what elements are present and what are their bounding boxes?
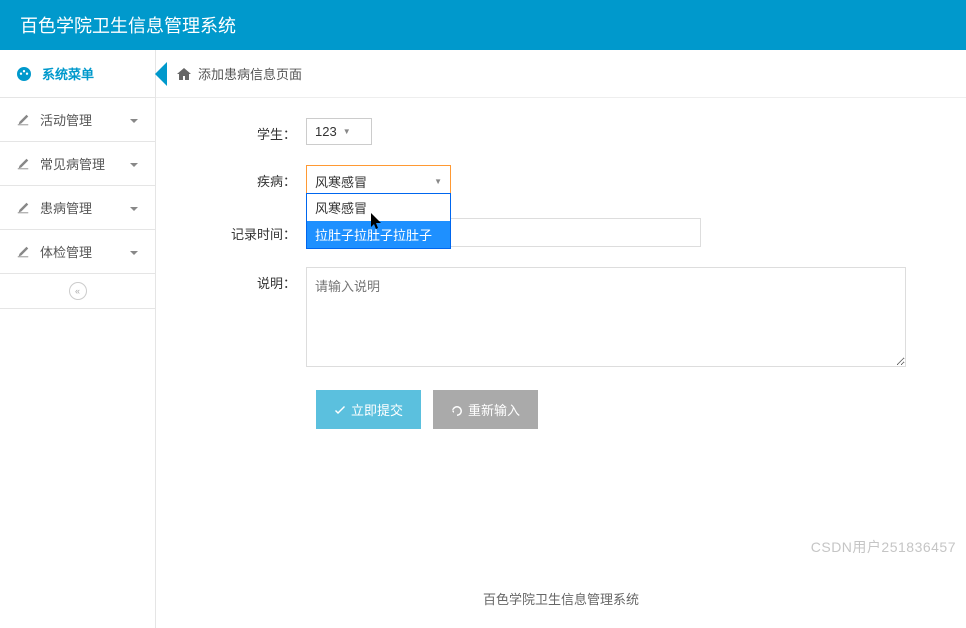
home-icon <box>176 65 192 82</box>
app-header: 百色学院卫生信息管理系统 <box>0 0 966 50</box>
record-time-label: 记录时间： <box>176 218 306 243</box>
sidebar-item-activity[interactable]: 活动管理 <box>0 98 155 142</box>
chevron-down-icon <box>129 112 139 127</box>
disease-option-1[interactable]: 拉肚子拉肚子拉肚子 <box>307 221 450 248</box>
sidebar: 系统菜单 活动管理 常见病管理 <box>0 50 156 628</box>
main-content: 添加患病信息页面 学生： 123 ▼ 疾病： 风寒感冒 <box>156 50 966 628</box>
form-row-disease: 疾病： 风寒感冒 ▼ 风寒感冒 拉肚子拉肚子拉肚子 <box>176 165 906 198</box>
dashboard-icon <box>16 65 32 82</box>
edit-icon <box>16 244 30 260</box>
sidebar-item-label: 体检管理 <box>40 242 92 261</box>
sidebar-collapse-button[interactable]: « <box>0 274 155 309</box>
description-label: 说明： <box>176 267 306 292</box>
check-icon <box>334 402 346 417</box>
student-select-value: 123 <box>315 124 337 139</box>
collapse-icon: « <box>69 282 87 300</box>
sidebar-item-illness[interactable]: 患病管理 <box>0 186 155 230</box>
edit-icon <box>16 112 30 128</box>
submit-button-label: 立即提交 <box>351 400 403 419</box>
edit-icon <box>16 200 30 216</box>
sidebar-item-label: 常见病管理 <box>40 154 105 173</box>
breadcrumb-title: 添加患病信息页面 <box>198 64 302 83</box>
app-title: 百色学院卫生信息管理系统 <box>20 16 236 36</box>
sidebar-item-common-disease[interactable]: 常见病管理 <box>0 142 155 186</box>
edit-icon <box>16 156 30 172</box>
form-row-description: 说明： <box>176 267 906 370</box>
breadcrumb: 添加患病信息页面 <box>156 50 966 98</box>
disease-label: 疾病： <box>176 165 306 190</box>
caret-down-icon: ▼ <box>343 127 351 136</box>
footer-text: 百色学院卫生信息管理系统 <box>483 592 639 607</box>
sidebar-item-label: 活动管理 <box>40 110 92 129</box>
reset-button[interactable]: 重新输入 <box>433 390 538 429</box>
reset-button-label: 重新输入 <box>468 400 520 419</box>
active-menu-arrow <box>155 62 167 86</box>
disease-select-value: 风寒感冒 <box>315 172 367 191</box>
sidebar-item-label: 患病管理 <box>40 198 92 217</box>
student-label: 学生： <box>176 118 306 143</box>
refresh-icon <box>451 402 463 417</box>
form-row-record-time: 记录时间： <box>176 218 906 247</box>
form-buttons: 立即提交 重新输入 <box>316 390 906 429</box>
sidebar-menu-header[interactable]: 系统菜单 <box>0 50 155 98</box>
description-textarea[interactable] <box>306 267 906 367</box>
caret-down-icon: ▼ <box>434 177 442 186</box>
chevron-down-icon <box>129 156 139 171</box>
submit-button[interactable]: 立即提交 <box>316 390 421 429</box>
form: 学生： 123 ▼ 疾病： 风寒感冒 ▼ 风寒感冒 <box>156 98 966 449</box>
chevron-down-icon <box>129 244 139 259</box>
form-row-student: 学生： 123 ▼ <box>176 118 906 145</box>
disease-dropdown: 风寒感冒 拉肚子拉肚子拉肚子 <box>306 193 451 249</box>
chevron-down-icon <box>129 200 139 215</box>
student-select[interactable]: 123 ▼ <box>306 118 372 145</box>
sidebar-menu-title: 系统菜单 <box>42 64 94 83</box>
footer: 百色学院卫生信息管理系统 <box>156 569 966 628</box>
sidebar-item-physical-exam[interactable]: 体检管理 <box>0 230 155 274</box>
disease-option-0[interactable]: 风寒感冒 <box>307 194 450 221</box>
